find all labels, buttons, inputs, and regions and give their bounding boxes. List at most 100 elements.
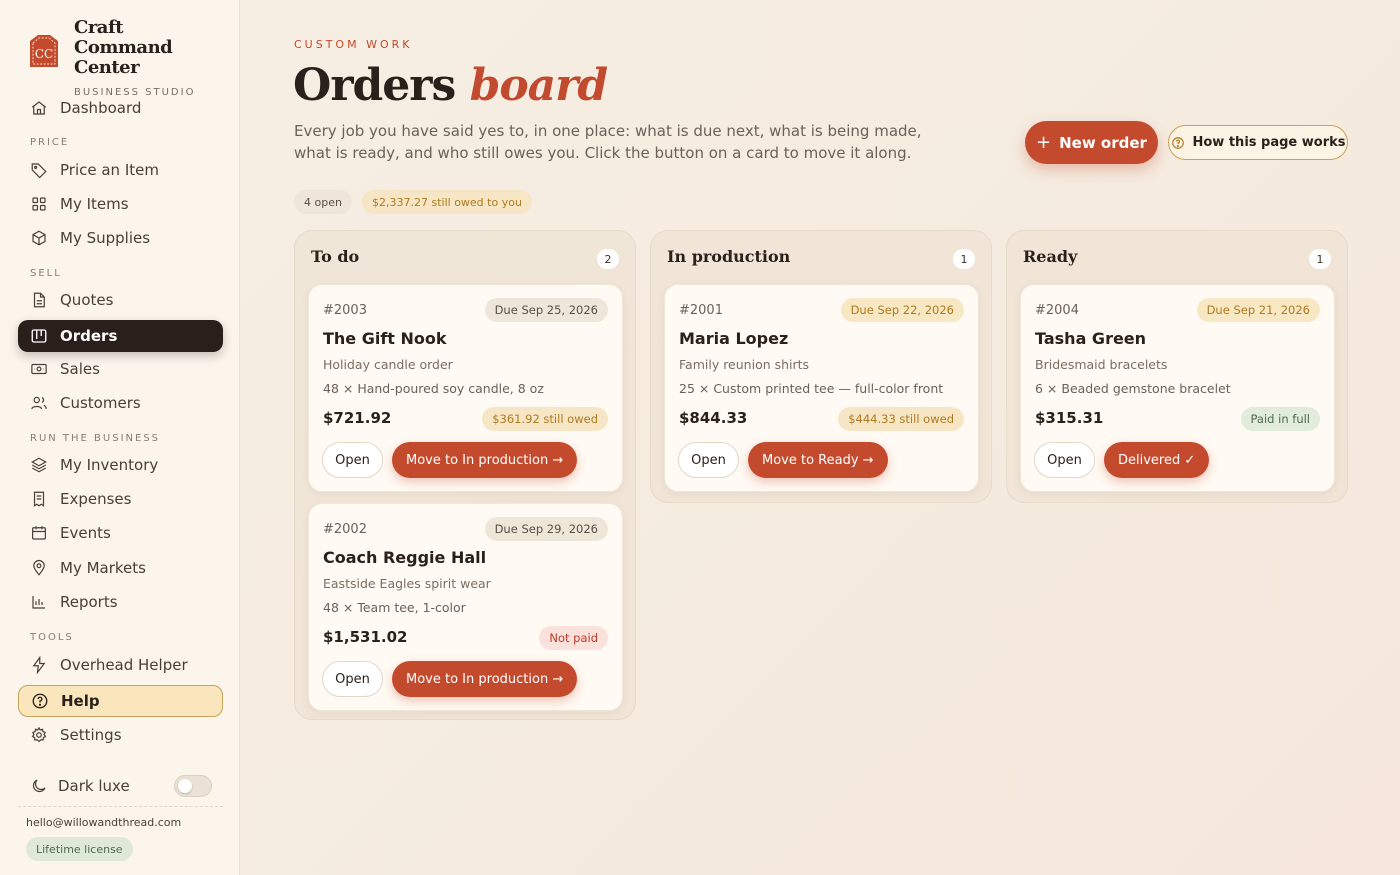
order-card[interactable]: #2001 Due Sep 22, 2026 Maria Lopez Famil… <box>664 284 979 492</box>
sidebar-item-expenses[interactable]: Expenses <box>18 483 223 515</box>
order-amount: $315.31 <box>1035 409 1104 427</box>
calendar-icon <box>32 526 46 540</box>
page-eyebrow: CUSTOM WORK <box>294 38 413 51</box>
lightning-icon <box>32 656 46 674</box>
column-count: 2 <box>597 249 619 269</box>
license-badge: Lifetime license <box>26 837 133 861</box>
gear-icon <box>31 726 47 743</box>
payment-status-badge: $444.33 still owed <box>838 407 964 431</box>
kanban-icon <box>31 329 47 343</box>
column-count: 1 <box>1309 249 1331 269</box>
due-date-badge: Due Sep 25, 2026 <box>484 298 608 322</box>
sidebar-item-reports[interactable]: Reports <box>18 586 223 618</box>
how-it-works-label: How this page works <box>1192 135 1346 150</box>
grid-icon <box>32 197 46 211</box>
page-subtitle: Every job you have said yes to, in one p… <box>294 122 922 162</box>
toggle-knob <box>178 779 192 793</box>
receipt-icon <box>33 491 45 507</box>
delivered-button[interactable]: Delivered ✓ <box>1104 442 1210 478</box>
sidebar-item-dashboard[interactable]: Dashboard <box>18 92 223 124</box>
sidebar-item-label: Overhead Helper <box>60 656 188 674</box>
sidebar-item-sales[interactable]: Sales <box>18 353 223 385</box>
moon-icon <box>32 779 46 793</box>
sidebar-item-label: Reports <box>60 593 118 611</box>
order-number: #2002 <box>323 522 367 537</box>
sidebar-item-label: My Items <box>60 195 129 213</box>
line-item: 48 × Team tee, 1-color <box>323 600 466 615</box>
new-order-button[interactable]: + New order <box>1025 121 1158 164</box>
open-order-button[interactable]: Open <box>322 442 383 478</box>
sidebar-item-label: Orders <box>60 327 118 345</box>
sidebar-item-price-item[interactable]: Price an Item <box>18 154 223 186</box>
job-title: Family reunion shirts <box>679 357 810 372</box>
svg-text:CC: CC <box>35 47 53 61</box>
order-card[interactable]: #2003 Due Sep 25, 2026 The Gift Nook Hol… <box>308 284 623 492</box>
page-title-accent: board <box>469 60 609 111</box>
dark-luxe-toggle[interactable] <box>174 775 212 797</box>
open-count-badge: 4 open <box>294 190 352 214</box>
brand-name: Craft Command Center <box>74 17 173 78</box>
box-icon <box>32 230 46 246</box>
page-title: Orders board <box>293 60 609 111</box>
sidebar-item-my-items[interactable]: My Items <box>18 188 223 220</box>
sidebar-item-label: My Markets <box>60 559 146 577</box>
sidebar-item-label: Events <box>60 524 111 542</box>
column-count: 1 <box>953 249 975 269</box>
customer-name: Tasha Green <box>1035 329 1147 348</box>
line-item: 48 × Hand-poured soy candle, 8 oz <box>323 381 544 396</box>
order-card[interactable]: #2004 Due Sep 21, 2026 Tasha Green Bride… <box>1020 284 1335 492</box>
column-title: In production <box>667 247 791 266</box>
order-amount: $844.33 <box>679 409 748 427</box>
tag-icon <box>31 163 47 179</box>
section-label-tools: TOOLS <box>30 632 74 643</box>
sidebar-item-label: Sales <box>60 360 100 378</box>
brand-logo-icon: CC <box>30 35 58 67</box>
sidebar-item-orders[interactable]: Orders <box>18 320 223 352</box>
order-amount: $721.92 <box>323 409 392 427</box>
sidebar-item-overhead[interactable]: Overhead Helper <box>18 649 223 681</box>
page-title-main: Orders <box>293 60 456 111</box>
sidebar-item-events[interactable]: Events <box>18 517 223 549</box>
move-to-production-button[interactable]: Move to In production → <box>392 442 578 478</box>
help-circle-icon <box>1171 136 1184 149</box>
section-label-run: RUN THE BUSINESS <box>30 433 161 444</box>
users-icon <box>31 396 47 410</box>
sidebar-item-quotes[interactable]: Quotes <box>18 284 223 316</box>
sidebar-item-label: Expenses <box>60 490 132 508</box>
sidebar-item-label: My Inventory <box>60 456 159 474</box>
job-title: Holiday candle order <box>323 357 453 372</box>
order-number: #2001 <box>679 303 723 318</box>
move-to-ready-button[interactable]: Move to Ready → <box>748 442 888 478</box>
line-item: 6 × Beaded gemstone bracelet <box>1035 381 1231 396</box>
sidebar-item-markets[interactable]: My Markets <box>18 552 223 584</box>
payment-status-badge: Not paid <box>539 626 608 650</box>
home-icon <box>31 101 47 115</box>
sidebar-item-my-supplies[interactable]: My Supplies <box>18 222 223 254</box>
column-in-production: In production 1 #2001 Due Sep 22, 2026 M… <box>650 230 992 503</box>
open-order-button[interactable]: Open <box>322 661 383 697</box>
sidebar-item-label: Price an Item <box>60 161 159 179</box>
job-title: Bridesmaid bracelets <box>1035 357 1168 372</box>
customer-name: Coach Reggie Hall <box>323 548 487 567</box>
brand[interactable]: CC Craft Command Center BUSINESS STUDIO <box>26 18 224 98</box>
how-it-works-button[interactable]: How this page works <box>1168 125 1348 160</box>
sidebar-item-help[interactable]: Help <box>18 685 223 717</box>
layers-icon <box>31 457 47 473</box>
plus-icon: + <box>1036 132 1052 153</box>
move-to-production-button[interactable]: Move to In production → <box>392 661 578 697</box>
order-card[interactable]: #2002 Due Sep 29, 2026 Coach Reggie Hall… <box>308 503 623 711</box>
customer-name: Maria Lopez <box>679 329 789 348</box>
sidebar-item-inventory[interactable]: My Inventory <box>18 449 223 481</box>
order-number: #2004 <box>1035 303 1079 318</box>
sidebar-item-settings[interactable]: Settings <box>18 719 223 751</box>
open-order-button[interactable]: Open <box>1034 442 1095 478</box>
due-date-badge: Due Sep 21, 2026 <box>1196 298 1320 322</box>
sidebar-item-label: Settings <box>60 726 122 744</box>
dark-luxe-label: Dark luxe <box>58 777 130 795</box>
new-order-label: New order <box>1059 133 1147 152</box>
sidebar-item-customers[interactable]: Customers <box>18 387 223 419</box>
account-email: hello@willowandthread.com <box>26 816 182 829</box>
dark-luxe-row: Dark luxe <box>30 774 212 798</box>
bar-chart-icon <box>32 596 45 609</box>
open-order-button[interactable]: Open <box>678 442 739 478</box>
